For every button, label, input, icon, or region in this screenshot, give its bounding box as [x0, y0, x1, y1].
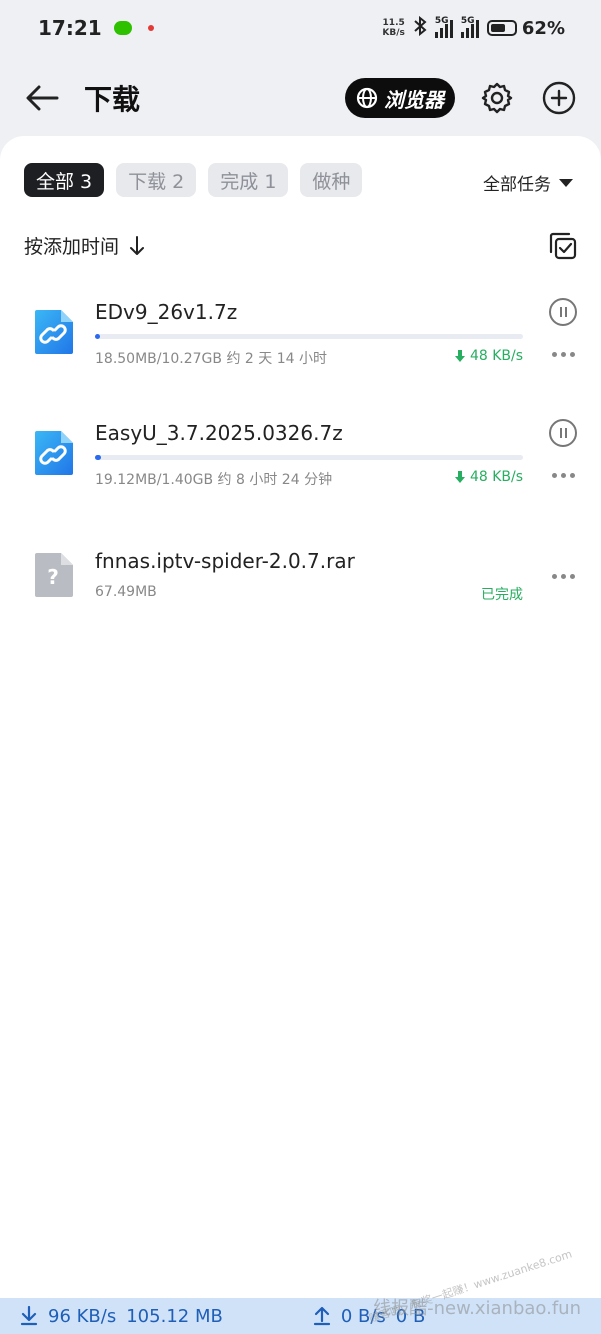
completed-status: 已完成: [481, 587, 523, 603]
signal-icon-2: 5G: [460, 16, 479, 38]
signal-icon-1: 5G: [434, 16, 453, 38]
progress-bar: [95, 334, 523, 339]
total-download-speed: 96 KB/s: [48, 1305, 117, 1327]
back-arrow-icon[interactable]: [24, 80, 60, 116]
sort-label: 按添加时间: [24, 236, 120, 258]
download-icon: [20, 1306, 38, 1326]
download-speed: 48 KB/s: [454, 469, 523, 485]
caret-down-icon: [559, 178, 573, 187]
tab-completed[interactable]: 完成 1: [208, 163, 289, 197]
file-progress-info: 19.12MB/1.40GB 约 8 小时 24 分钟: [95, 472, 333, 488]
link-file-icon: [31, 308, 75, 356]
download-speed: 48 KB/s: [454, 348, 523, 364]
bluetooth-icon: [413, 15, 427, 41]
status-right: 11.5 KB/s 5G 5G 62%: [382, 15, 565, 41]
more-options-icon[interactable]: [552, 352, 575, 357]
download-list-card: 全部 3 下载 2 完成 1 做种 全部任务 按添加时间 EDv9_26v1.7…: [0, 136, 601, 1298]
browser-button-label: 浏览器: [384, 87, 444, 112]
network-speed: 11.5 KB/s: [382, 18, 405, 38]
more-options-icon[interactable]: [552, 473, 575, 478]
wechat-icon: [113, 21, 132, 35]
more-options-icon[interactable]: [552, 574, 575, 579]
pause-button[interactable]: [549, 419, 577, 447]
header-actions: 浏览器: [345, 78, 579, 118]
add-task-icon[interactable]: [539, 78, 579, 118]
browser-button[interactable]: 浏览器: [345, 78, 455, 118]
notification-icons: [113, 21, 154, 35]
pause-button[interactable]: [549, 298, 577, 326]
globe-icon: [356, 87, 378, 109]
battery-percent: 62%: [521, 17, 565, 39]
download-item[interactable]: EDv9_26v1.7z 18.50MB/10.27GB 约 2 天 14 小时…: [0, 296, 601, 396]
status-bar: 17:21 11.5 KB/s 5G 5G 62%: [0, 0, 601, 56]
task-filter-label: 全部任务: [483, 175, 551, 195]
sort-control[interactable]: 按添加时间: [24, 232, 145, 259]
battery-icon: [486, 20, 517, 36]
unknown-file-icon: ?: [31, 551, 75, 599]
download-summary: 96 KB/s 105.12 MB: [20, 1306, 223, 1327]
file-progress-info: 18.50MB/10.27GB 约 2 天 14 小时: [95, 351, 327, 367]
tab-seeding[interactable]: 做种: [300, 163, 363, 197]
page-title: 下载: [84, 83, 141, 116]
file-name: EDv9_26v1.7z: [95, 300, 238, 324]
download-item[interactable]: ? fnnas.iptv-spider-2.0.7.rar 67.49MB 已完…: [0, 546, 601, 646]
file-size: 67.49MB: [95, 584, 157, 600]
filter-tabs: 全部 3 下载 2 完成 1 做种: [24, 163, 363, 197]
settings-gear-icon[interactable]: [477, 78, 517, 118]
link-file-icon: [31, 429, 75, 477]
file-name: EasyU_3.7.2025.0326.7z: [95, 421, 343, 445]
header: 下载 浏览器: [0, 66, 601, 130]
download-arrow-icon: [454, 349, 465, 362]
status-time: 17:21: [38, 16, 102, 40]
tab-downloading[interactable]: 下载 2: [116, 163, 197, 197]
task-filter-dropdown[interactable]: 全部任务: [483, 170, 573, 195]
file-name: fnnas.iptv-spider-2.0.7.rar: [95, 549, 355, 573]
total-downloaded: 105.12 MB: [126, 1305, 223, 1327]
watermark: 线报酷-new.xianbao.fun: [373, 1298, 581, 1319]
svg-text:?: ?: [47, 565, 59, 589]
download-arrow-icon: [454, 470, 465, 483]
multi-select-icon[interactable]: [547, 230, 579, 262]
sort-arrow-down-icon: [130, 235, 145, 255]
upload-icon: [313, 1306, 330, 1326]
tab-all[interactable]: 全部 3: [24, 163, 105, 197]
progress-bar: [95, 455, 523, 460]
battery-indicator: 62%: [486, 17, 565, 39]
notification-dot-icon: [147, 25, 154, 31]
download-item[interactable]: EasyU_3.7.2025.0326.7z 19.12MB/1.40GB 约 …: [0, 417, 601, 517]
